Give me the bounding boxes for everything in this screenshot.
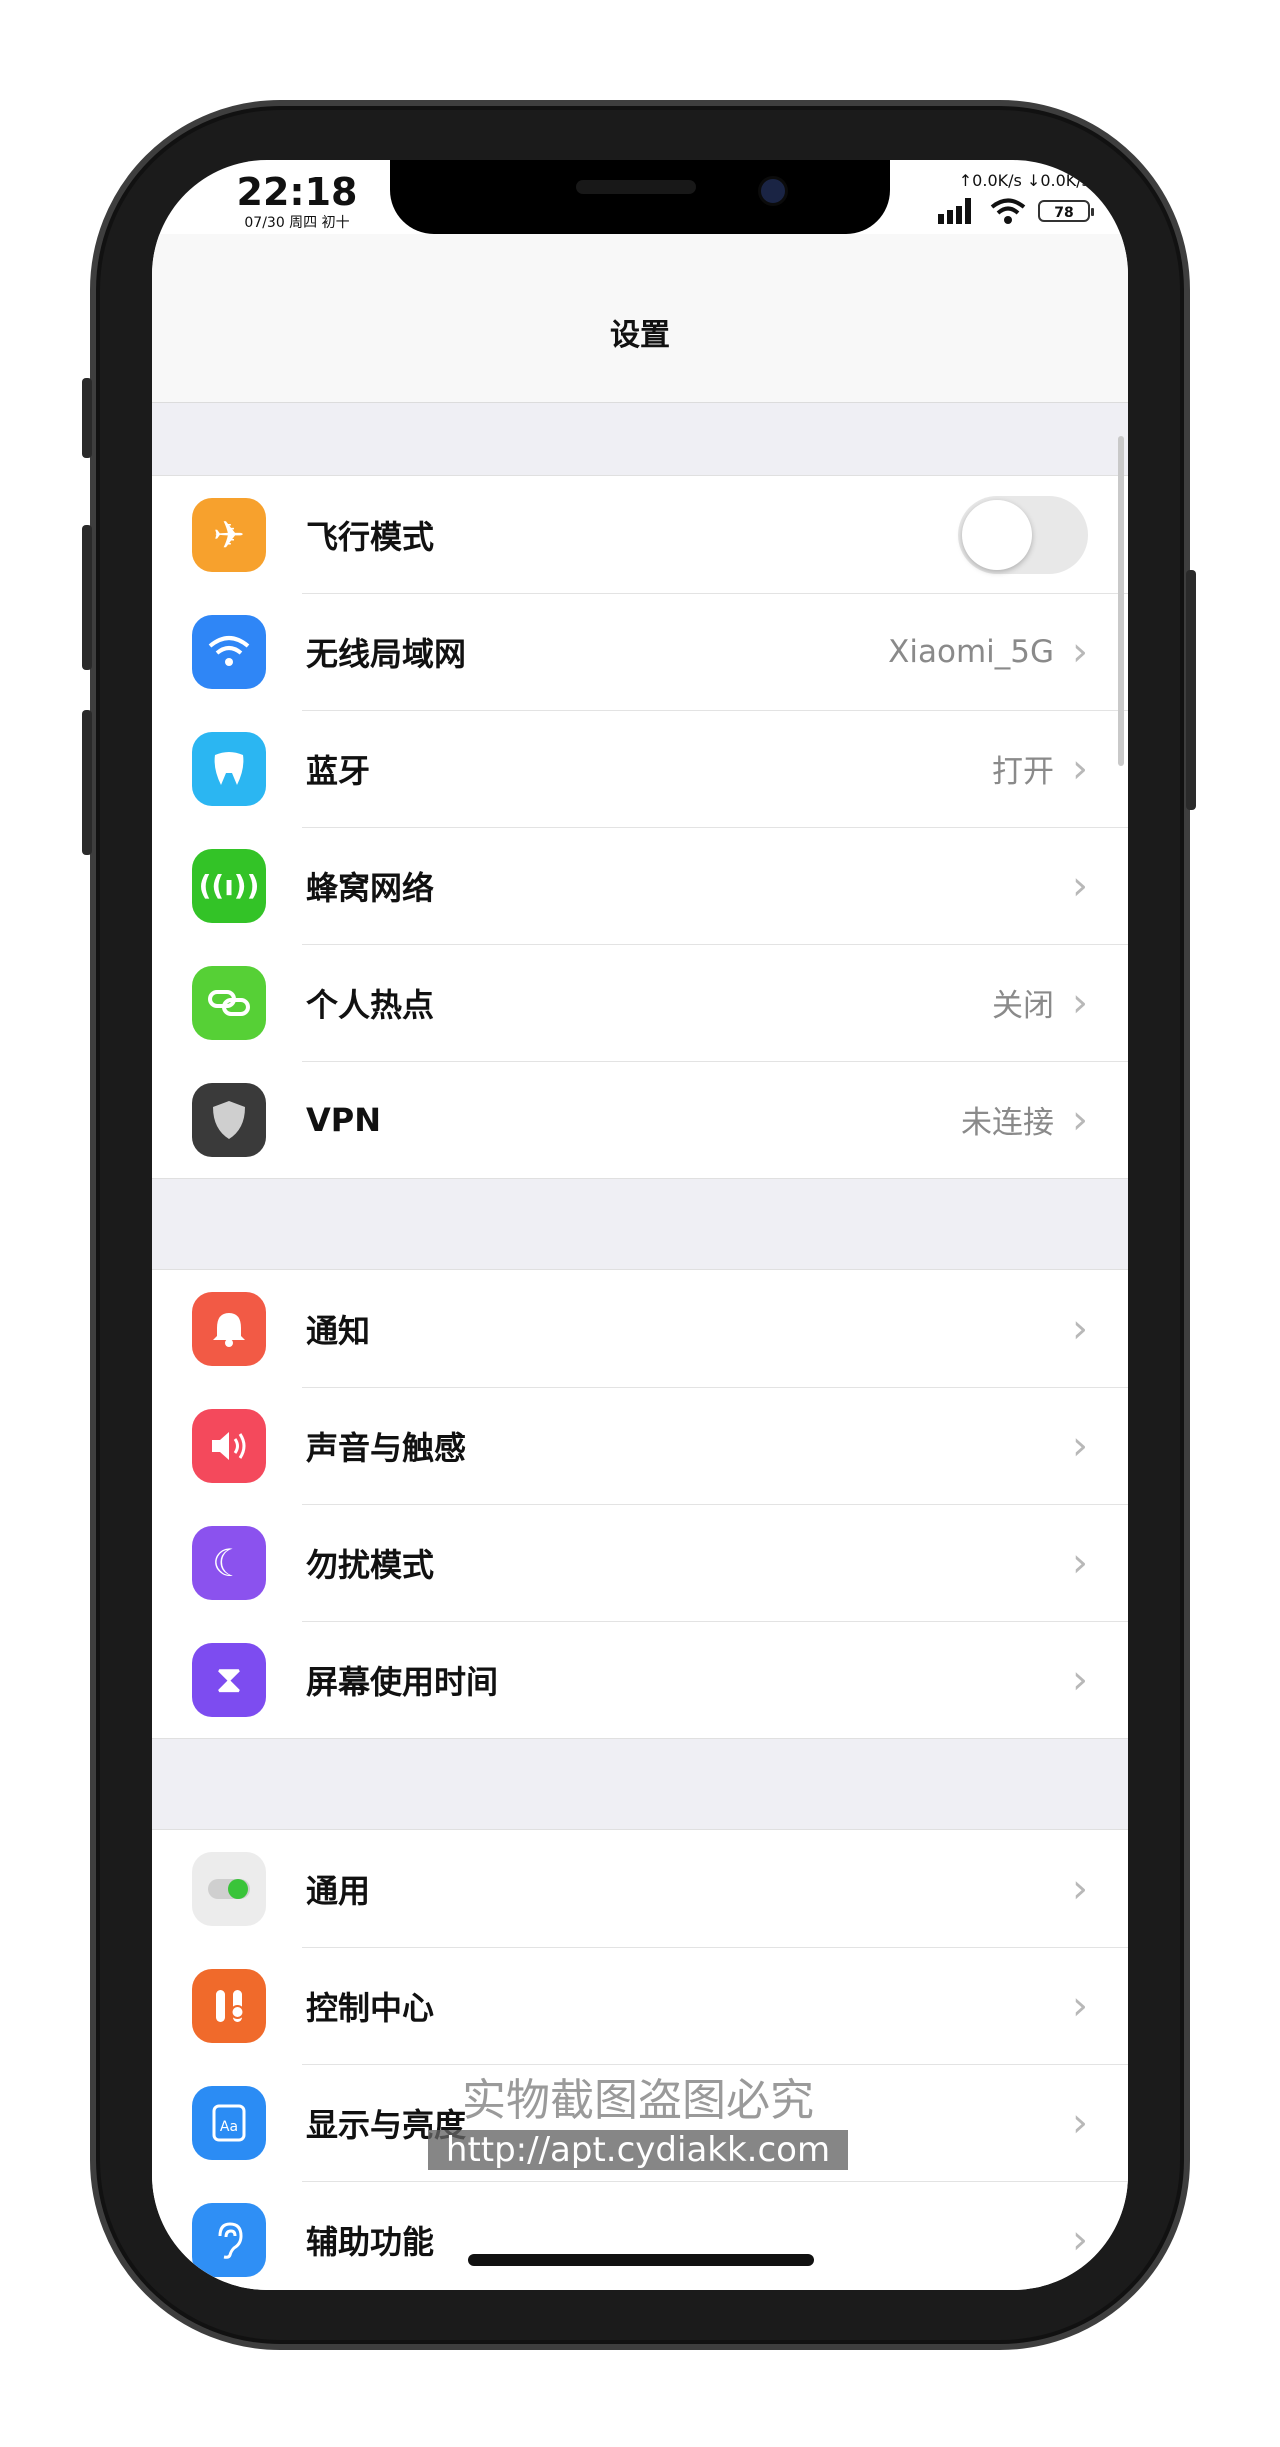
row-value: 未连接 — [961, 1105, 1054, 1141]
row-label: 声音与触感 — [306, 1428, 467, 1467]
settings-group-connectivity: ✈ 飞行模式 无线局域网 Xiaomi_5G › 蓝牙 打开 › ((ı)) 蜂… — [152, 475, 1128, 1179]
chevron-right-icon: › — [1072, 628, 1088, 675]
settings-row-do-not-disturb[interactable]: ☾ 勿扰模式 › — [152, 1504, 1128, 1621]
status-time: 22:18 — [236, 170, 358, 214]
chevron-right-icon: › — [1072, 1656, 1088, 1703]
settings-row-general[interactable]: 通用 › — [152, 1830, 1128, 1947]
settings-row-screen-time[interactable]: ⧗ 屏幕使用时间 › — [152, 1621, 1128, 1738]
settings-group-notifications: 通知 › 声音与触感 › ☾ 勿扰模式 › ⧗ 屏幕使用时间 › — [152, 1269, 1128, 1739]
hourglass-icon: ⧗ — [192, 1642, 266, 1717]
settings-group-general: 通用 › 控制中心 › Aa 显示与亮度 › 辅助功能 › — [152, 1829, 1128, 2290]
network-speed: ↑0.0K/s ↓0.0K/s — [958, 171, 1090, 190]
notch — [390, 160, 890, 234]
settings-row-cellular[interactable]: ((ı)) 蜂窝网络 › — [152, 827, 1128, 944]
chevron-right-icon: › — [1072, 1422, 1088, 1469]
settings-row-sounds[interactable]: 声音与触感 › — [152, 1387, 1128, 1504]
toggle-icon — [192, 1851, 266, 1926]
wifi-status-icon — [990, 198, 1026, 224]
row-value: 打开 — [992, 754, 1054, 790]
settings-row-airplane-mode[interactable]: ✈ 飞行模式 — [152, 476, 1128, 593]
front-camera — [758, 176, 788, 206]
chevron-right-icon: › — [1072, 1096, 1088, 1143]
row-label: 控制中心 — [306, 1988, 435, 2027]
settings-row-control-center[interactable]: 控制中心 › — [152, 1947, 1128, 2064]
chevron-right-icon: › — [1072, 862, 1088, 909]
airplane-icon: ✈ — [192, 497, 266, 572]
watermark-text: 实物截图盗图必究 — [462, 2075, 814, 2126]
display-icon: Aa — [192, 2085, 266, 2160]
settings-row-bluetooth[interactable]: 蓝牙 打开 › — [152, 710, 1128, 827]
settings-row-wifi[interactable]: 无线局域网 Xiaomi_5G › — [152, 593, 1128, 710]
chevron-right-icon: › — [1072, 1539, 1088, 1586]
battery-level: 78 — [1054, 205, 1074, 221]
row-label: 通用 — [306, 1871, 371, 1910]
chevron-right-icon: › — [1072, 2099, 1088, 2146]
settings-row-hotspot[interactable]: 个人热点 关闭 › — [152, 944, 1128, 1061]
volume-down-button[interactable] — [82, 710, 92, 855]
row-label: 蓝牙 — [306, 751, 371, 790]
chevron-right-icon: › — [1072, 2216, 1088, 2263]
signal-icon — [938, 198, 971, 224]
chevron-right-icon: › — [1072, 745, 1088, 792]
row-label: 通知 — [306, 1311, 371, 1350]
settings-row-vpn[interactable]: VPN 未连接 › — [152, 1061, 1128, 1178]
watermark-url: http://apt.cydiakk.com — [427, 2130, 849, 2170]
row-label: 无线局域网 — [306, 634, 467, 673]
row-value: 关闭 — [992, 988, 1054, 1024]
phone-screen: 22:18 07/30 周四 初十 ↑0.0K/s ↓0.0K/s 78 设置 … — [152, 160, 1128, 2290]
moon-icon: ☾ — [192, 1525, 266, 1600]
row-label: VPN — [306, 1100, 381, 1139]
settings-list: ✈ 飞行模式 无线局域网 Xiaomi_5G › 蓝牙 打开 › ((ı)) 蜂… — [152, 403, 1128, 2290]
bell-icon — [192, 1291, 266, 1366]
row-label: 个人热点 — [306, 985, 435, 1024]
sliders-icon — [192, 1968, 266, 2043]
chevron-right-icon: › — [1072, 1305, 1088, 1352]
scrollbar[interactable] — [1118, 436, 1124, 766]
settings-row-accessibility[interactable]: 辅助功能 › — [152, 2181, 1128, 2290]
svg-text:Aa: Aa — [220, 2119, 238, 2135]
cellular-icon: ((ı)) — [192, 848, 266, 923]
home-indicator[interactable] — [468, 2254, 814, 2266]
hotspot-icon — [192, 965, 266, 1040]
chevron-right-icon: › — [1072, 1982, 1088, 2029]
chevron-right-icon: › — [1072, 979, 1088, 1026]
airplane-mode-toggle[interactable] — [958, 495, 1088, 574]
status-bar-left: 22:18 07/30 周四 初十 — [222, 170, 372, 232]
mute-switch — [82, 378, 92, 458]
settings-row-notifications[interactable]: 通知 › — [152, 1270, 1128, 1387]
row-label: 蜂窝网络 — [306, 868, 435, 907]
row-label: 屏幕使用时间 — [306, 1662, 499, 1701]
bluetooth-icon — [192, 731, 266, 806]
power-button[interactable] — [1186, 570, 1196, 810]
page-title: 设置 — [610, 318, 670, 353]
battery-icon: 78 — [1038, 200, 1094, 222]
ear-icon — [192, 2202, 266, 2277]
status-bar-right: ↑0.0K/s ↓0.0K/s 78 — [890, 170, 1094, 224]
chevron-right-icon: › — [1072, 1865, 1088, 1912]
status-date: 07/30 周四 初十 — [244, 215, 350, 231]
watermark: 实物截图盗图必究 http://apt.cydiakk.com — [408, 2064, 868, 2170]
row-label: 飞行模式 — [306, 517, 435, 556]
wifi-icon — [192, 614, 266, 689]
row-label: 勿扰模式 — [306, 1545, 435, 1584]
earpiece — [576, 180, 696, 194]
volume-up-button[interactable] — [82, 525, 92, 670]
vpn-shield-icon — [192, 1082, 266, 1157]
row-value: Xiaomi_5G — [888, 633, 1054, 670]
speaker-icon — [192, 1408, 266, 1483]
